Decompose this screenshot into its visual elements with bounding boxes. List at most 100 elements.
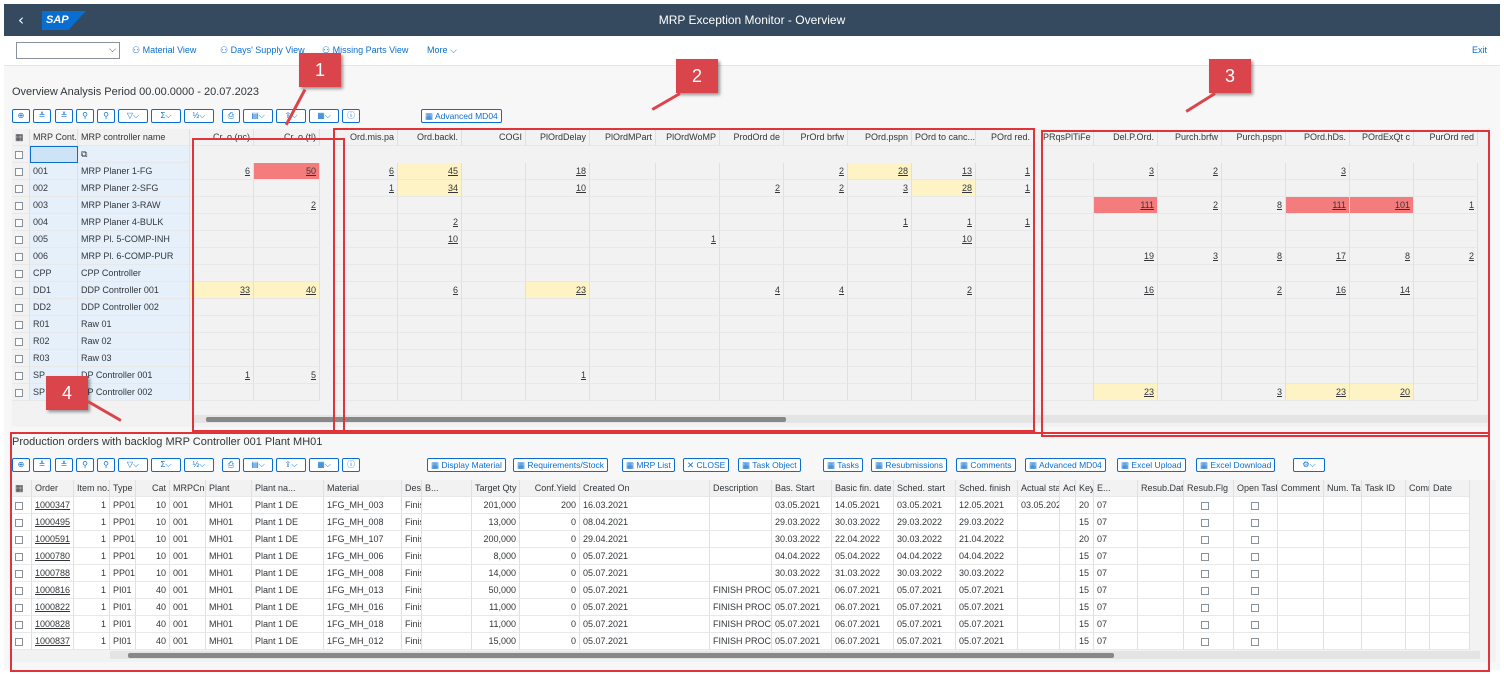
button-label: Resubmissions	[885, 460, 944, 470]
col-header-mrp-cont[interactable]: MRP Cont.	[30, 129, 78, 146]
chevron-down-icon: ⌵	[109, 44, 116, 54]
checkbox-icon[interactable]	[15, 269, 23, 278]
row-select-checkbox[interactable]	[12, 367, 30, 384]
row-select-checkbox[interactable]	[12, 316, 30, 333]
find-button[interactable]: ⚲	[76, 109, 94, 123]
advanced-md04-button[interactable]: ▦ Advanced MD04	[421, 109, 502, 123]
mrp-controller-name: MRP Pl. 5-COMP-INH	[78, 231, 190, 248]
detail-button-mrp-list[interactable]: ▦ MRP List	[622, 458, 675, 472]
detail-button-advanced-md04[interactable]: ▦ Advanced MD04	[1025, 458, 1106, 472]
checkbox-icon[interactable]	[15, 388, 23, 397]
detail-button-requirements-stock[interactable]: ▦ Requirements/Stock	[513, 458, 608, 472]
button-icon: ▦	[1200, 460, 1211, 470]
checkbox-icon[interactable]	[15, 235, 23, 244]
checkbox-icon[interactable]	[15, 201, 23, 210]
mrp-controller-name: CPP Controller	[78, 265, 190, 282]
row-select-checkbox[interactable]	[12, 282, 30, 299]
annotation-box-1	[192, 138, 345, 432]
find-next-button[interactable]: ⚲	[97, 109, 115, 123]
detail-button-tasks[interactable]: ▦ Tasks	[823, 458, 863, 472]
layout-button[interactable]: ▦⌵	[309, 109, 339, 123]
info-button[interactable]: ⓘ	[342, 109, 360, 123]
marker-badge-4: 4	[46, 376, 88, 410]
col-header-mrp-name[interactable]: MRP controller name	[78, 129, 190, 146]
button-icon: ▦	[1029, 460, 1039, 470]
checkbox-icon[interactable]	[15, 252, 23, 261]
mrp-controller-name: MRP Planer 3-RAW	[78, 197, 190, 214]
details-button[interactable]: ⊕	[12, 109, 30, 123]
mrp-controller-code: R01	[30, 316, 78, 333]
annotation-box-2	[333, 128, 1035, 432]
row-select-checkbox[interactable]	[12, 248, 30, 265]
button-label: Requirements/Stock	[527, 460, 604, 470]
checkbox-icon[interactable]	[15, 167, 23, 176]
checkbox-icon[interactable]	[15, 184, 23, 193]
mrp-controller-code: 005	[30, 231, 78, 248]
row-select-checkbox[interactable]	[12, 333, 30, 350]
button-icon: ▦	[431, 460, 442, 470]
button-icon: ▦	[875, 460, 886, 470]
views-button[interactable]: ▤⌵	[243, 109, 273, 123]
checkbox-icon[interactable]	[15, 303, 23, 312]
row-select-checkbox[interactable]	[12, 299, 30, 316]
checkbox-icon[interactable]	[15, 218, 23, 227]
button-icon: ▦	[1121, 460, 1132, 470]
mrp-controller-name: DP Controller 001	[78, 367, 190, 384]
button-icon: ▦	[517, 460, 528, 470]
row-select-checkbox[interactable]	[12, 180, 30, 197]
mrp-controller-code: 003	[30, 197, 78, 214]
row-select-checkbox[interactable]	[12, 265, 30, 282]
row-select-checkbox[interactable]	[12, 231, 30, 248]
row-select-checkbox[interactable]	[12, 384, 30, 401]
mrp-controller-code: CPP	[30, 265, 78, 282]
detail-button-display-material[interactable]: ▦ Display Material	[427, 458, 506, 472]
filter-input[interactable]	[30, 146, 78, 163]
detail-button-comments[interactable]: ▦ Comments	[956, 458, 1016, 472]
material-view-button[interactable]: ⚇ Material View	[132, 45, 196, 56]
detail-button-excel-download[interactable]: ▦ Excel Download	[1196, 458, 1276, 472]
detail-button-excel-upload[interactable]: ▦ Excel Upload	[1117, 458, 1186, 472]
detail-button-task-object[interactable]: ▦ Task Object	[738, 458, 801, 472]
row-select-checkbox[interactable]	[12, 197, 30, 214]
checkbox-icon[interactable]	[15, 320, 23, 329]
days-supply-view-button[interactable]: ⚇ Days' Supply View	[220, 45, 305, 56]
checkbox-icon[interactable]	[15, 371, 23, 380]
subtotal-icon: ½⌵	[192, 111, 206, 120]
filter-value-help[interactable]: ⧉	[78, 146, 190, 163]
checkbox-icon[interactable]	[15, 337, 23, 346]
mrp-controller-name: Raw 02	[78, 333, 190, 350]
button-label: Excel Upload	[1131, 460, 1182, 470]
mrp-controller-code: 006	[30, 248, 78, 265]
mrp-controller-name: DDP Controller 001	[78, 282, 190, 299]
detail-button-resubmissions[interactable]: ▦ Resubmissions	[871, 458, 948, 472]
mrp-controller-code: DD2	[30, 299, 78, 316]
checkbox-icon[interactable]	[15, 286, 23, 295]
select-all-icon[interactable]: ▦	[12, 129, 30, 146]
mrp-controller-name: MRP Pl. 6-COMP-PUR	[78, 248, 190, 265]
sort-asc-button[interactable]: ≙	[33, 109, 51, 123]
mrp-controller-name: MRP Planer 4-BULK	[78, 214, 190, 231]
chevron-down-icon: ⌵	[450, 45, 457, 55]
variant-select[interactable]: ⌵	[16, 42, 120, 59]
checkbox-icon[interactable]	[15, 150, 23, 159]
exit-button[interactable]: Exit	[1472, 45, 1487, 55]
more-menu[interactable]: More ⌵	[427, 45, 457, 56]
row-select-checkbox[interactable]	[12, 163, 30, 180]
row-select-checkbox[interactable]	[12, 214, 30, 231]
print-button[interactable]: ⎙	[222, 109, 240, 123]
glasses-icon: ⚇	[132, 45, 143, 55]
filter-button[interactable]: ▽⌵	[118, 109, 148, 123]
row-select-checkbox[interactable]	[12, 146, 30, 163]
subtotal-button[interactable]: ½⌵	[184, 109, 214, 123]
app-toolbar: ⌵ ⚇ Material View ⚇ Days' Supply View ⚇ …	[4, 36, 1500, 66]
sort-desc-button[interactable]: ≚	[55, 109, 73, 123]
sum-button[interactable]: Σ⌵	[151, 109, 181, 123]
detail-button-close[interactable]: ✕ CLOSE	[683, 458, 730, 472]
button-icon: ▦	[742, 460, 753, 470]
find-next-icon: ⚲	[103, 111, 109, 120]
sort-desc-icon: ≚	[60, 111, 68, 120]
row-select-checkbox[interactable]	[12, 350, 30, 367]
more-actions-button[interactable]: ⚙⌵	[1293, 458, 1325, 472]
checkbox-icon[interactable]	[15, 354, 23, 363]
info-icon: ⓘ	[347, 111, 355, 120]
